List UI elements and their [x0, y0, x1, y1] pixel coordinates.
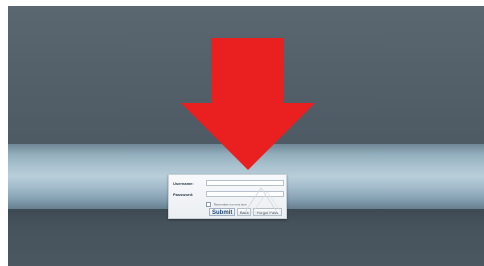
page-background: Username: Password: Remember me next tim…	[8, 6, 484, 266]
panel-decoration	[244, 187, 282, 213]
remember-me[interactable]: Remember me next time	[206, 202, 247, 207]
remember-me-checkbox[interactable]	[206, 202, 211, 207]
submit-button[interactable]: Submit	[209, 208, 235, 216]
username-label: Username:	[173, 181, 194, 186]
password-label: Password:	[173, 192, 194, 197]
remember-me-label: Remember me next time	[213, 202, 247, 207]
arrow-down-icon	[181, 38, 315, 170]
